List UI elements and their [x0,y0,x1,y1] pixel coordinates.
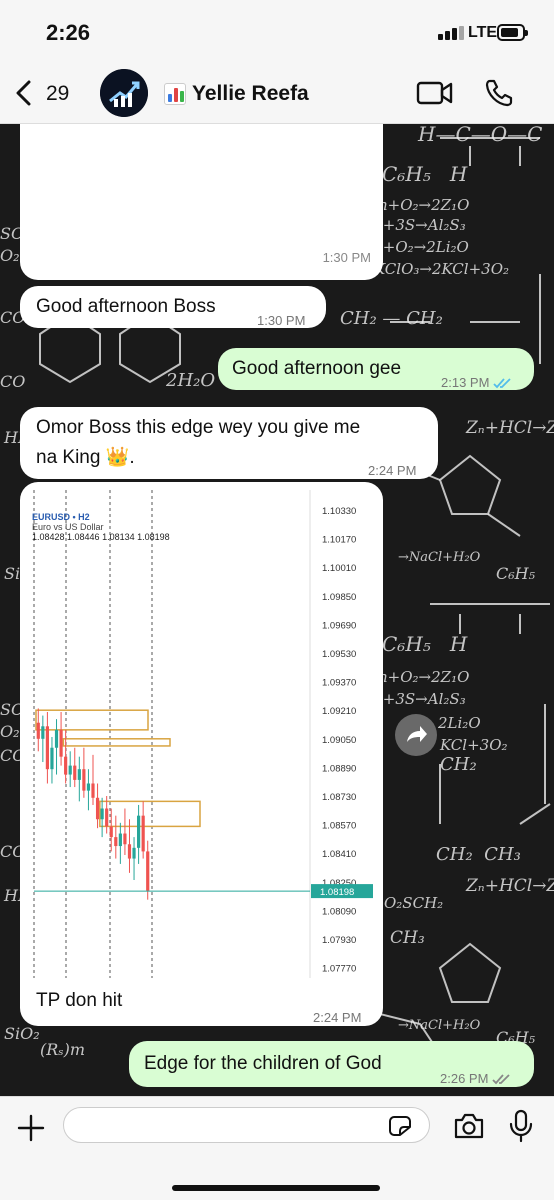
candle-body [86,783,91,791]
candle-body [91,783,95,798]
candle-body [132,847,136,859]
message-time: 2:13 PM [441,369,512,397]
contact-title[interactable]: Yellie Reefa [164,82,309,106]
candle-body [54,729,59,748]
message-chart-bubble[interactable]: EURUSD • H2 Euro vs US Dollar 1.08428 1.08… [20,482,383,1026]
message-caption: TP don hit [36,990,123,1011]
message-text-line-1: Omor Boss this edge wey you give me [36,417,361,438]
candle-body [64,756,68,775]
forward-icon [407,726,427,742]
message-bubble-outgoing[interactable]: Edge for the children of God 2:26 PM [129,1041,534,1087]
y-tick-label: 1.09370 [322,678,356,689]
signal-icon [438,26,466,40]
chevron-left-icon [16,80,31,106]
plus-icon[interactable] [16,1113,46,1143]
chat-header: 29 Yellie Reefa [0,62,554,124]
message-time: 1:30 PM [322,250,371,265]
message-time: 2:26 PM [440,1065,511,1093]
forward-button[interactable] [395,714,437,756]
home-indicator [172,1185,380,1191]
candle-body [100,808,104,820]
y-tick-label: 1.07930 [322,935,356,946]
y-tick-label: 1.08410 [322,849,356,860]
y-tick-label: 1.09210 [322,706,356,717]
candlestick-chart: EURUSD • H2Euro vs US Dollar1.08428 1.08… [32,490,373,978]
back-button[interactable]: 29 [14,76,84,110]
message-bubble-outgoing[interactable]: Good afternoon gee 2:13 PM [218,348,534,390]
candle-body [137,815,141,848]
camera-icon[interactable] [453,1112,485,1140]
candle-body [68,765,72,775]
candle-body [36,722,40,739]
y-tick-label: 1.09050 [322,735,356,746]
y-tick-label: 1.08090 [322,906,356,917]
y-tick-label: 1.10170 [322,535,356,546]
supply-zone [35,709,149,731]
delivered-ticks-icon [492,1073,511,1084]
chart-ohlc: 1.08428 1.08446 1.08134 1.08198 [32,532,170,542]
y-tick-label: 1.10330 [322,506,356,517]
composer-bar [0,1096,554,1200]
phone-icon[interactable] [484,78,514,108]
message-bubble[interactable]: Good afternoon Boss 1:30 PM [20,286,326,328]
message-time: 1:30 PM [257,313,306,328]
y-tick-label: 1.09690 [322,620,356,631]
message-text: Good afternoon gee [232,358,402,379]
supply-zone [62,738,171,747]
read-ticks-icon [493,377,512,388]
chart-subtitle: Euro vs US Dollar [32,522,104,532]
candle-body [146,851,150,891]
sticker-icon[interactable] [388,1115,412,1137]
message-time: 2:24 PM [313,1010,362,1025]
y-tick-label: 1.10010 [322,563,356,574]
chart-screenshot[interactable]: EURUSD • H2 Euro vs US Dollar 1.08428 1.08… [28,490,375,978]
candle-body [50,747,54,770]
contact-name: Yellie Reefa [192,82,309,105]
y-tick-label: 1.09530 [322,649,356,660]
status-time: 2:26 [46,20,91,45]
candle-body [123,833,127,845]
candle-body [109,826,113,838]
message-text: Good afternoon Boss [36,296,216,317]
avatar[interactable] [100,69,148,117]
y-tick-label: 1.07770 [322,964,356,975]
y-tick-label: 1.09850 [322,592,356,603]
message-time: 2:24 PM [368,463,417,478]
y-tick-label: 1.08890 [322,763,356,774]
candle-body [114,837,118,847]
chat-area[interactable]: H—C—O—C C₆H₅ H n+O₂→2Z₁O i+3S→Al₂S₃ i+O₂… [0,124,554,1096]
candle-body [73,765,77,780]
battery-icon [497,24,528,41]
candle-body [127,844,132,859]
bar-chart-icon [164,83,186,105]
supply-zone [99,800,201,828]
microphone-icon[interactable] [508,1109,534,1143]
message-text: Edge for the children of God [144,1053,382,1074]
candle-body [141,815,145,852]
status-bar: 2:26 LTE [0,0,554,62]
current-price-label: 1.08198 [320,887,354,898]
candle-body [77,769,81,780]
candle-body [95,797,100,820]
network-label: LTE [468,24,498,41]
unread-count: 29 [46,82,70,105]
candle-body [41,726,45,739]
candle-body [105,808,109,827]
message-bubble[interactable]: Omor Boss this edge wey you give me na K… [20,407,438,479]
y-tick-label: 1.08730 [322,792,356,803]
candle-body [59,729,63,757]
chart-title: EURUSD • H2 [32,512,90,522]
video-call-icon[interactable] [416,80,454,106]
candle-body [45,726,49,770]
message-input[interactable] [63,1107,430,1143]
message-text-line-2: na King 👑. [36,447,135,468]
candle-body [118,833,122,847]
y-tick-label: 1.08570 [322,821,356,832]
message-image-bubble[interactable]: 1:30 PM [20,124,383,280]
candle-body [82,769,86,791]
